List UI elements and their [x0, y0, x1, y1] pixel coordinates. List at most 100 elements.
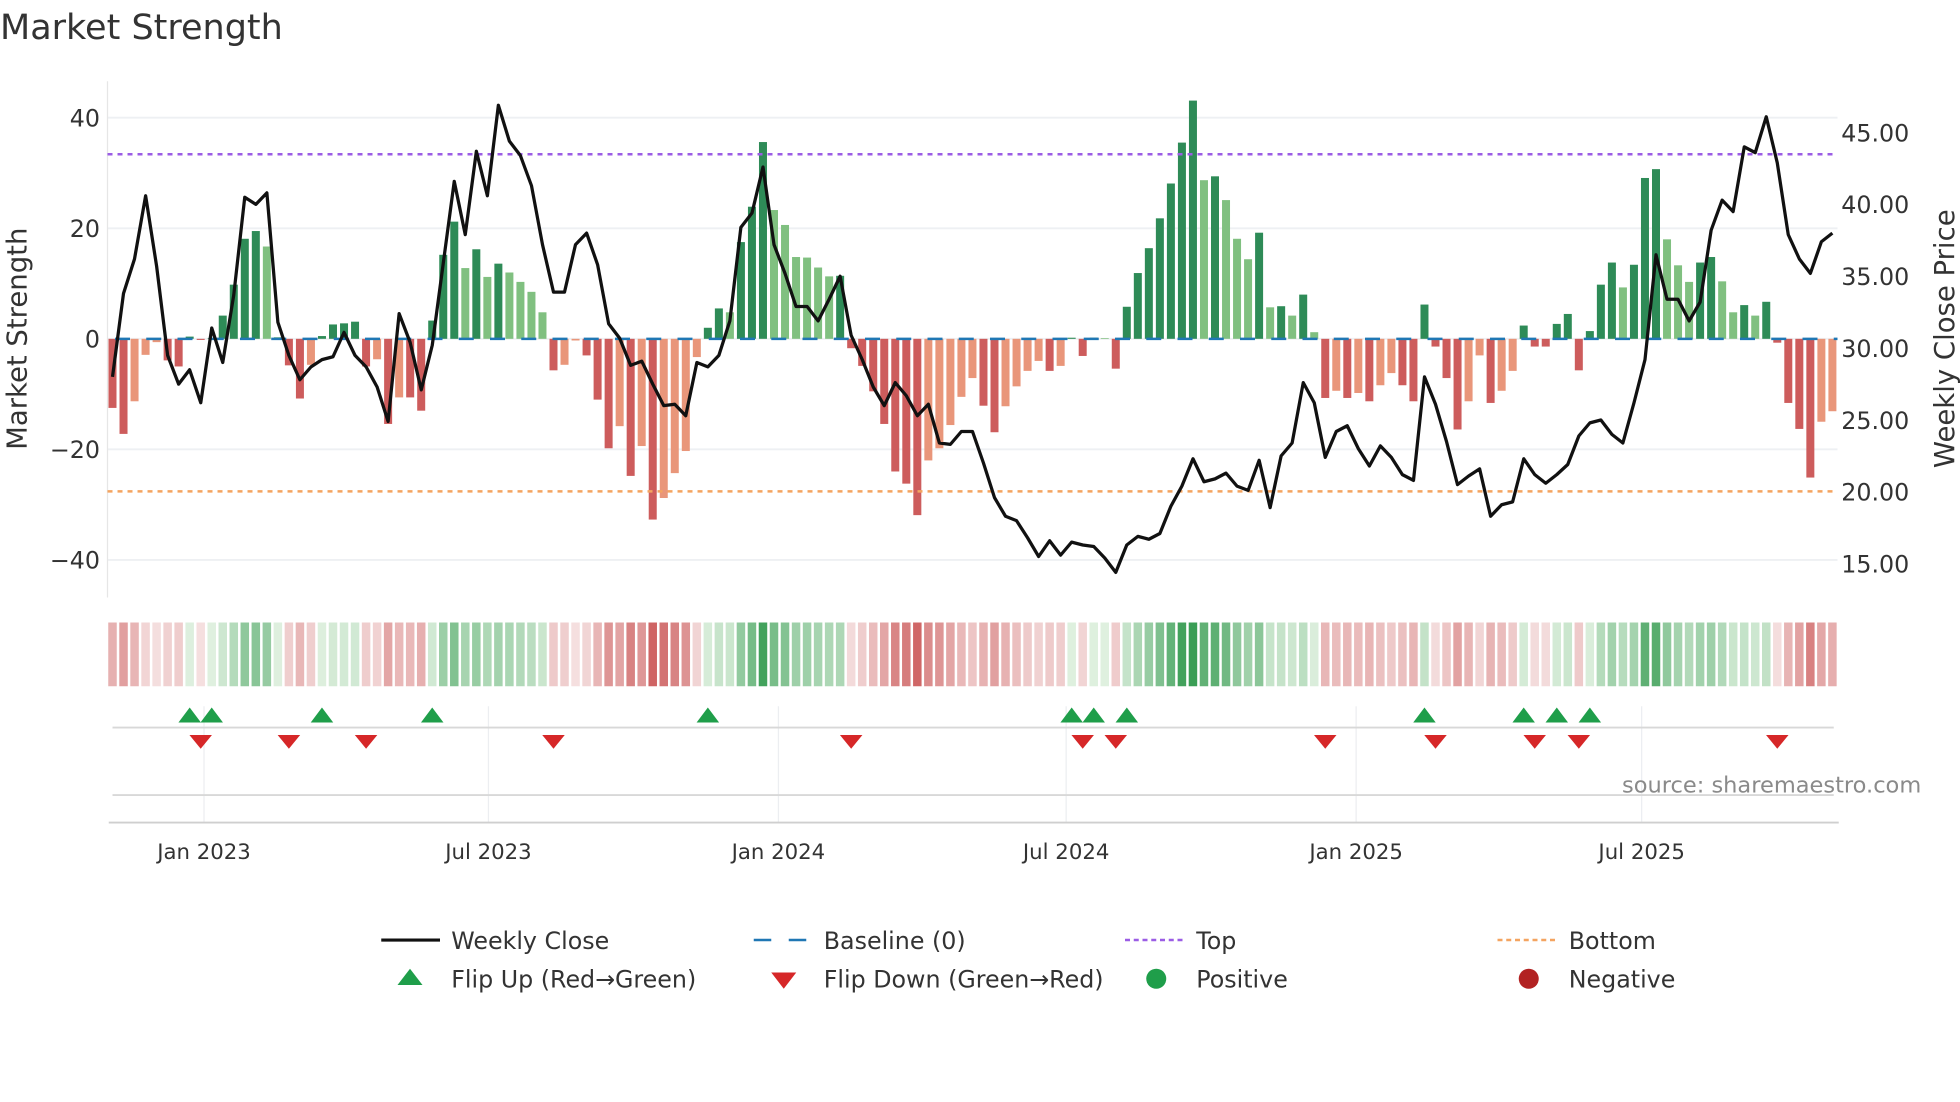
strength-bar — [450, 221, 459, 339]
flip-down-marker — [1424, 735, 1447, 749]
heat-cell — [483, 622, 492, 687]
legend-item-bottom[interactable]: Bottom — [1497, 927, 1656, 955]
strength-bar — [461, 268, 470, 339]
heat-cell — [1309, 622, 1319, 687]
flip-down-marker — [839, 735, 863, 749]
strength-bar — [505, 272, 514, 339]
strength-bar — [1299, 294, 1308, 339]
heat-cell — [1673, 622, 1683, 687]
legend-item-baseline[interactable]: Baseline (0) — [753, 927, 966, 955]
heat-cell — [185, 622, 194, 687]
strength-bar — [637, 338, 646, 447]
strength-bar — [1574, 338, 1583, 371]
x-tick-label: Jul 2023 — [443, 840, 531, 865]
heat-cell — [1188, 622, 1198, 687]
strength-bar — [1100, 338, 1109, 340]
heat-cell — [913, 622, 922, 687]
heat-cell — [328, 622, 338, 687]
left-axis-title: Market Strength — [1, 228, 33, 450]
strength-bar — [924, 338, 933, 461]
heat-cell — [571, 622, 580, 687]
heat-cell — [494, 622, 503, 687]
strength-bar — [1740, 305, 1749, 339]
y2-tick-label: 35.00 — [1841, 263, 1909, 291]
strength-bar — [329, 324, 337, 339]
x-axis-ticks: Jan 2023 Jul 2023 Jan 2024 Jul 2024 Jan 2025… — [155, 840, 1685, 865]
strength-bar — [174, 338, 183, 367]
strength-bar — [659, 338, 668, 499]
legend-label: Flip Up (Red→Green) — [451, 966, 696, 994]
heat-cell — [1265, 622, 1275, 687]
strength-bar — [1828, 338, 1837, 412]
strength-bar — [1166, 183, 1175, 339]
heat-cell — [835, 622, 845, 687]
strength-bar — [1222, 200, 1231, 339]
heat-cell — [1750, 622, 1760, 687]
strength-bar — [1420, 304, 1429, 339]
legend-label: Bottom — [1569, 927, 1656, 955]
strength-bar — [240, 238, 249, 339]
heat-cell — [1155, 622, 1165, 687]
heat-cell — [1387, 622, 1396, 687]
heat-cell — [1519, 622, 1528, 687]
strength-bar — [1398, 338, 1407, 386]
heat-cell — [1508, 622, 1517, 687]
x-tick-label: Jan 2024 — [730, 840, 826, 865]
flip-down-marker — [1104, 735, 1128, 749]
strength-bar — [1707, 257, 1716, 339]
flip-up-marker — [1082, 707, 1105, 723]
heat-cell — [372, 622, 382, 687]
heat-cell — [1475, 622, 1484, 687]
heat-cell — [1817, 622, 1826, 687]
heat-cell — [1012, 622, 1021, 687]
heat-cell — [1497, 622, 1506, 687]
market-strength-chart: Market Strength 40 20 0 −20 −40 45.00 40.00 35… — [0, 8, 1960, 994]
strength-bar — [1519, 325, 1528, 339]
heat-cell — [273, 622, 283, 687]
heat-cell — [791, 622, 801, 687]
legend-item-negative[interactable]: Negative — [1518, 966, 1676, 994]
heat-cell — [1111, 622, 1121, 687]
y-tick-label: −20 — [50, 436, 100, 464]
y-tick-label: −40 — [50, 547, 100, 575]
strength-bar — [1806, 338, 1815, 478]
legend-item-flip-down[interactable]: Flip Down (Green→Red) — [771, 966, 1104, 994]
strength-bar — [1067, 337, 1076, 339]
strength-bar — [1321, 338, 1330, 398]
strength-bar — [604, 338, 613, 449]
legend-item-weekly-close[interactable]: Weekly Close — [381, 927, 609, 955]
strength-bar — [1497, 338, 1506, 391]
flip-down-marker — [1523, 735, 1546, 749]
flip-down-marker — [189, 735, 212, 749]
legend-label: Top — [1195, 927, 1236, 955]
heat-cell — [516, 622, 525, 687]
strength-bar — [1078, 338, 1087, 356]
strength-bar — [1133, 273, 1142, 339]
strength-bar — [1464, 338, 1473, 402]
strength-bar — [1266, 307, 1275, 339]
strength-bar — [747, 206, 756, 339]
strength-bar — [1685, 281, 1694, 339]
heat-cell — [196, 622, 205, 687]
heat-cell — [979, 622, 988, 687]
heat-cell — [1684, 622, 1694, 687]
legend-item-top[interactable]: Top — [1125, 927, 1236, 955]
heat-cell — [350, 622, 360, 687]
legend-item-flip-up[interactable]: Flip Up (Red→Green) — [397, 966, 697, 994]
legend-item-positive[interactable]: Positive — [1146, 966, 1288, 994]
strength-bar — [1255, 232, 1264, 339]
strength-bar — [1034, 338, 1043, 361]
strength-bar — [1453, 338, 1462, 430]
heat-cell — [383, 622, 393, 687]
heat-cell — [527, 622, 536, 687]
strength-bar — [549, 338, 558, 371]
source-label[interactable]: source: sharemaestro.com — [1622, 773, 1921, 799]
heat-cell — [703, 622, 713, 687]
heat-cell — [1739, 622, 1749, 687]
heat-cell — [394, 622, 404, 687]
flip-up-marker — [1060, 707, 1083, 723]
heat-cell — [1563, 622, 1573, 687]
heat-cell — [152, 622, 161, 687]
strength-bar — [1795, 338, 1804, 429]
heat-cell — [1298, 622, 1308, 687]
